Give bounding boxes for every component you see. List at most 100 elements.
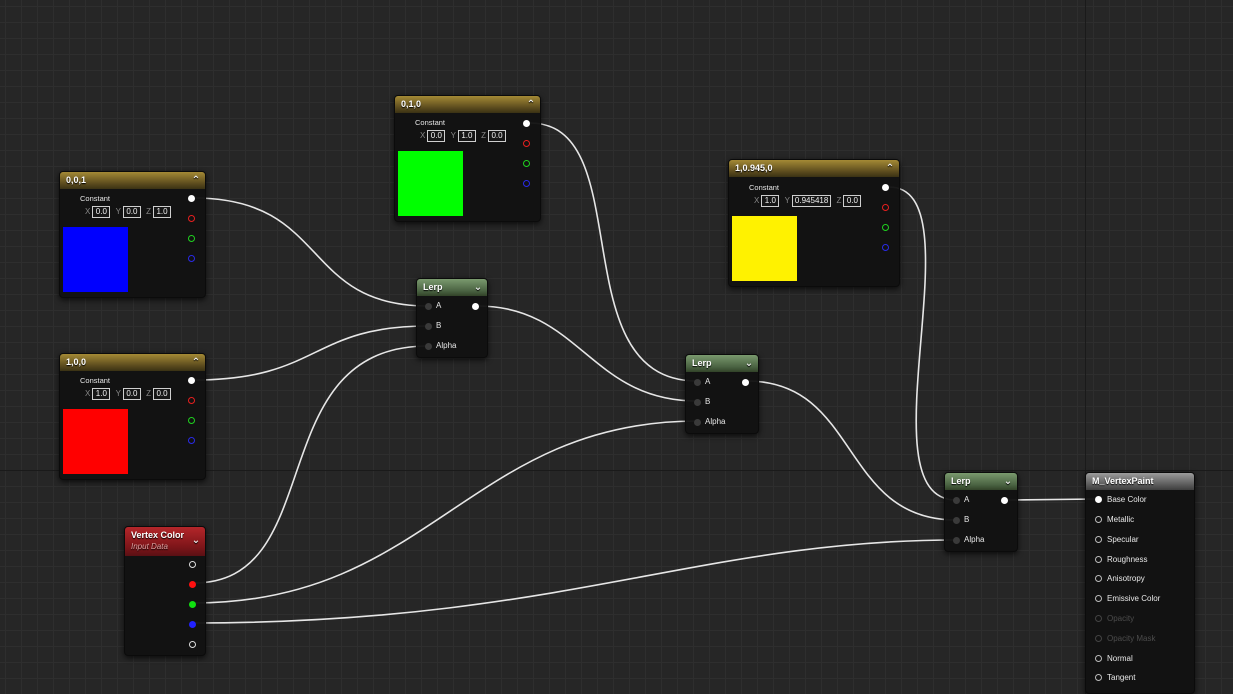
output-b-pin[interactable]: [188, 437, 195, 444]
chevron-up-icon[interactable]: ⌃: [191, 172, 201, 189]
input-specular-pin[interactable]: [1095, 536, 1102, 543]
output-pin[interactable]: [472, 303, 479, 310]
z-field[interactable]: 0.0: [153, 388, 172, 400]
output-rgb-pin[interactable]: [882, 184, 889, 191]
input-metallic-pin[interactable]: [1095, 516, 1102, 523]
input-a-pin[interactable]: [694, 379, 701, 386]
pin-label-metallic: Metallic: [1107, 515, 1135, 524]
pin-label-a: A: [964, 495, 970, 504]
pin-label-b: B: [964, 515, 970, 524]
node-header[interactable]: Lerp ⌄: [686, 355, 758, 372]
chevron-up-icon[interactable]: ⌃: [526, 96, 536, 113]
output-b-pin[interactable]: [523, 180, 530, 187]
input-alpha-pin[interactable]: [694, 419, 701, 426]
output-r-pin[interactable]: [523, 140, 530, 147]
chevron-up-icon[interactable]: ⌃: [191, 354, 201, 371]
y-field[interactable]: 0.0: [122, 206, 141, 218]
input-alpha-pin[interactable]: [953, 537, 960, 544]
node-header[interactable]: 1,0.945,0 ⌃: [729, 160, 899, 177]
lerp-node-3[interactable]: Lerp ⌄ A B Alpha: [944, 472, 1018, 552]
node-header[interactable]: M_VertexPaint: [1086, 473, 1194, 490]
chevron-down-icon[interactable]: ⌄: [191, 534, 201, 548]
constant-node-green[interactable]: 0,1,0 ⌃ Constant X 0.0 Y 1.0 Z 0.0: [394, 95, 541, 222]
output-g-pin[interactable]: [882, 224, 889, 231]
input-emissive-color-pin[interactable]: [1095, 595, 1102, 602]
constant-node-yellow[interactable]: 1,0.945,0 ⌃ Constant X 1.0 Y 0.945418 Z 0.0: [728, 159, 900, 287]
x-field[interactable]: 0.0: [92, 206, 111, 218]
output-r-pin[interactable]: [188, 397, 195, 404]
output-g-pin[interactable]: [189, 601, 196, 608]
output-b-pin[interactable]: [189, 621, 196, 628]
input-base-color-pin[interactable]: [1095, 496, 1102, 503]
x-field[interactable]: 1.0: [92, 388, 111, 400]
z-field[interactable]: 0.0: [488, 130, 507, 142]
pin-label-normal: Normal: [1107, 654, 1133, 663]
node-type-label: Constant: [749, 183, 780, 192]
output-pin[interactable]: [1001, 497, 1008, 504]
output-g-pin[interactable]: [188, 235, 195, 242]
output-a-pin[interactable]: [189, 641, 196, 648]
input-b-pin[interactable]: [953, 517, 960, 524]
node-header[interactable]: 1,0,0 ⌃: [60, 354, 205, 371]
y-field[interactable]: 0.945418: [791, 195, 832, 207]
constant-node-red[interactable]: 1,0,0 ⌃ Constant X 1.0 Y 0.0 Z 0.0: [59, 353, 206, 480]
pin-label-emissive-color: Emissive Color: [1107, 594, 1161, 603]
input-roughness-pin[interactable]: [1095, 556, 1102, 563]
input-b-pin[interactable]: [425, 323, 432, 330]
axis-x-label: X: [85, 389, 91, 398]
output-r-pin[interactable]: [882, 204, 889, 211]
input-a-pin[interactable]: [425, 303, 432, 310]
lerp-node-1[interactable]: Lerp ⌄ A B Alpha: [416, 278, 488, 358]
constant-node-blue[interactable]: 0,0,1 ⌃ Constant X 0.0 Y 0.0 Z 1.0: [59, 171, 206, 298]
input-normal-pin[interactable]: [1095, 655, 1102, 662]
node-type-label: Constant: [80, 194, 111, 203]
z-field[interactable]: 1.0: [153, 206, 172, 218]
output-b-pin[interactable]: [188, 255, 195, 262]
material-result-node[interactable]: M_VertexPaint Base Color Metallic Specul…: [1085, 472, 1195, 694]
wire-vc-red-to-lerp1-alpha: [193, 345, 429, 584]
node-header[interactable]: Vertex Color Input Data ⌄: [125, 527, 205, 556]
z-field[interactable]: 0.0: [843, 195, 862, 207]
color-swatch: [398, 151, 463, 216]
node-header[interactable]: 0,1,0 ⌃: [395, 96, 540, 113]
output-r-pin[interactable]: [188, 215, 195, 222]
output-rgb-pin[interactable]: [188, 377, 195, 384]
wire-lerp2-to-lerp3-b: [746, 380, 957, 521]
node-title: M_VertexPaint: [1092, 476, 1154, 486]
wire-vc-green-to-lerp2-alpha: [193, 420, 698, 604]
axis-x-label: X: [420, 131, 426, 140]
wire-blue-to-lerp1-a: [193, 197, 429, 307]
node-header[interactable]: Lerp ⌄: [945, 473, 1017, 490]
y-field[interactable]: 0.0: [122, 388, 141, 400]
pin-label-anisotropy: Anisotropy: [1107, 574, 1145, 583]
output-b-pin[interactable]: [882, 244, 889, 251]
output-rgb-pin[interactable]: [523, 120, 530, 127]
output-g-pin[interactable]: [188, 417, 195, 424]
output-rgb-pin[interactable]: [188, 195, 195, 202]
pin-label-opacity-mask: Opacity Mask: [1107, 634, 1156, 643]
node-header[interactable]: Lerp ⌄: [417, 279, 487, 296]
chevron-down-icon[interactable]: ⌄: [1003, 473, 1013, 490]
input-alpha-pin[interactable]: [425, 343, 432, 350]
x-field[interactable]: 1.0: [761, 195, 780, 207]
chevron-up-icon[interactable]: ⌃: [885, 160, 895, 177]
chevron-down-icon[interactable]: ⌄: [744, 355, 754, 372]
output-r-pin[interactable]: [189, 581, 196, 588]
input-b-pin[interactable]: [694, 399, 701, 406]
y-field[interactable]: 1.0: [457, 130, 476, 142]
chevron-down-icon[interactable]: ⌄: [473, 279, 483, 296]
wire-red-to-lerp1-b: [193, 325, 429, 381]
pin-label-alpha: Alpha: [436, 341, 457, 350]
input-anisotropy-pin[interactable]: [1095, 575, 1102, 582]
lerp-node-2[interactable]: Lerp ⌄ A B Alpha: [685, 354, 759, 434]
node-type-label: Constant: [415, 118, 446, 127]
output-pin[interactable]: [742, 379, 749, 386]
vertex-color-node[interactable]: Vertex Color Input Data ⌄: [124, 526, 206, 656]
node-title: Vertex Color: [131, 530, 185, 540]
x-field[interactable]: 0.0: [427, 130, 446, 142]
node-header[interactable]: 0,0,1 ⌃: [60, 172, 205, 189]
output-rgb-pin[interactable]: [189, 561, 196, 568]
input-a-pin[interactable]: [953, 497, 960, 504]
output-g-pin[interactable]: [523, 160, 530, 167]
input-tangent-pin[interactable]: [1095, 674, 1102, 681]
